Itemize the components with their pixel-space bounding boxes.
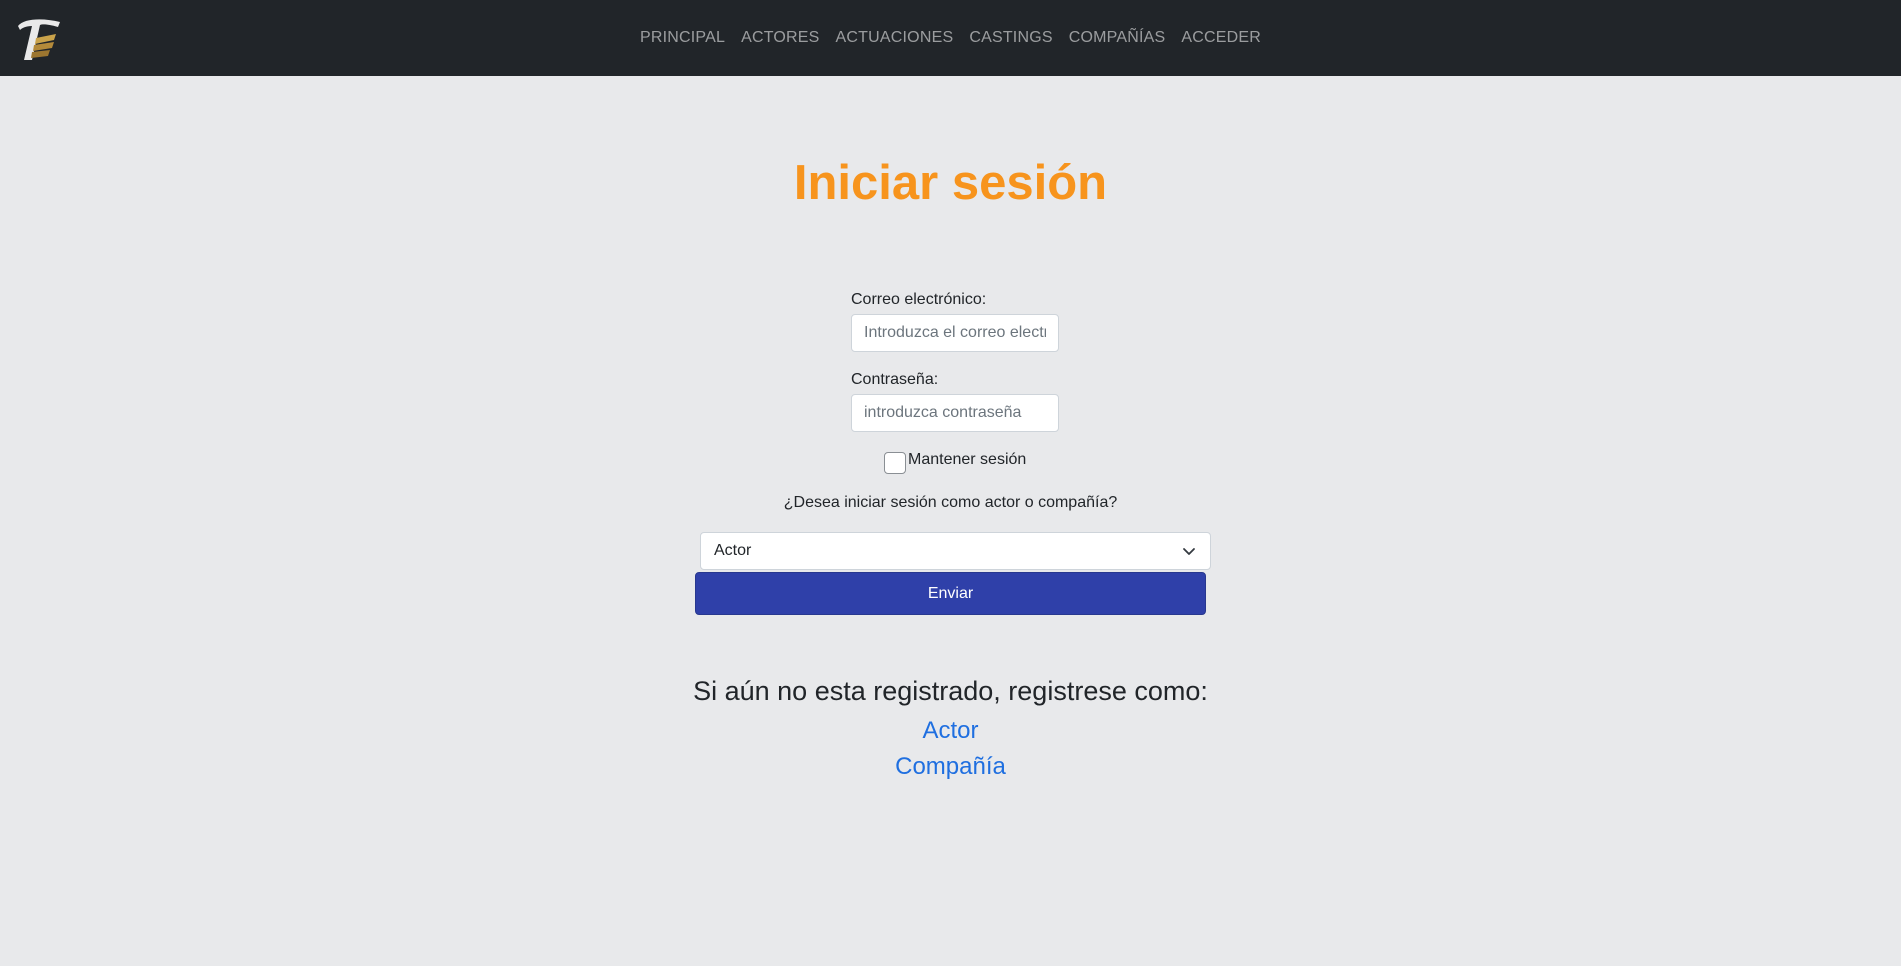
password-label: Contraseña:	[851, 371, 939, 388]
password-field[interactable]	[851, 394, 1059, 432]
nav-link-principal[interactable]: PRINCIPAL	[632, 29, 733, 47]
login-type-select[interactable]: Actor	[700, 532, 1211, 570]
nav-link-actores[interactable]: ACTORES	[733, 29, 827, 47]
remember-session-label: Mantener sesión	[908, 451, 1027, 468]
email-label: Correo electrónico:	[851, 291, 987, 308]
nav-link-actuaciones[interactable]: ACTUACIONES	[828, 29, 962, 47]
navbar: PRINCIPAL ACTORES ACTUACIONES CASTINGS C…	[0, 0, 1901, 76]
page-title: Iniciar sesión	[793, 156, 1108, 210]
nav-link-acceder[interactable]: ACCEDER	[1173, 29, 1269, 47]
register-company-link[interactable]: Compañía	[0, 753, 1901, 781]
nav-link-castings[interactable]: CASTINGS	[961, 29, 1060, 47]
remember-session-checkbox[interactable]	[884, 452, 906, 474]
login-type-selected-value: Actor	[714, 542, 752, 559]
register-prompt: Si aún no esta registrado, registrese co…	[693, 676, 1208, 706]
nav-link-companias[interactable]: COMPAÑÍAS	[1061, 29, 1174, 47]
email-field[interactable]	[851, 314, 1059, 352]
register-actor-link[interactable]: Actor	[0, 717, 1901, 745]
chevron-down-icon	[1183, 548, 1195, 555]
submit-button[interactable]: Enviar	[695, 572, 1206, 615]
nav-menu: PRINCIPAL ACTORES ACTUACIONES CASTINGS C…	[0, 0, 1901, 76]
login-type-question: ¿Desea iniciar sesión como actor o compa…	[783, 494, 1118, 511]
